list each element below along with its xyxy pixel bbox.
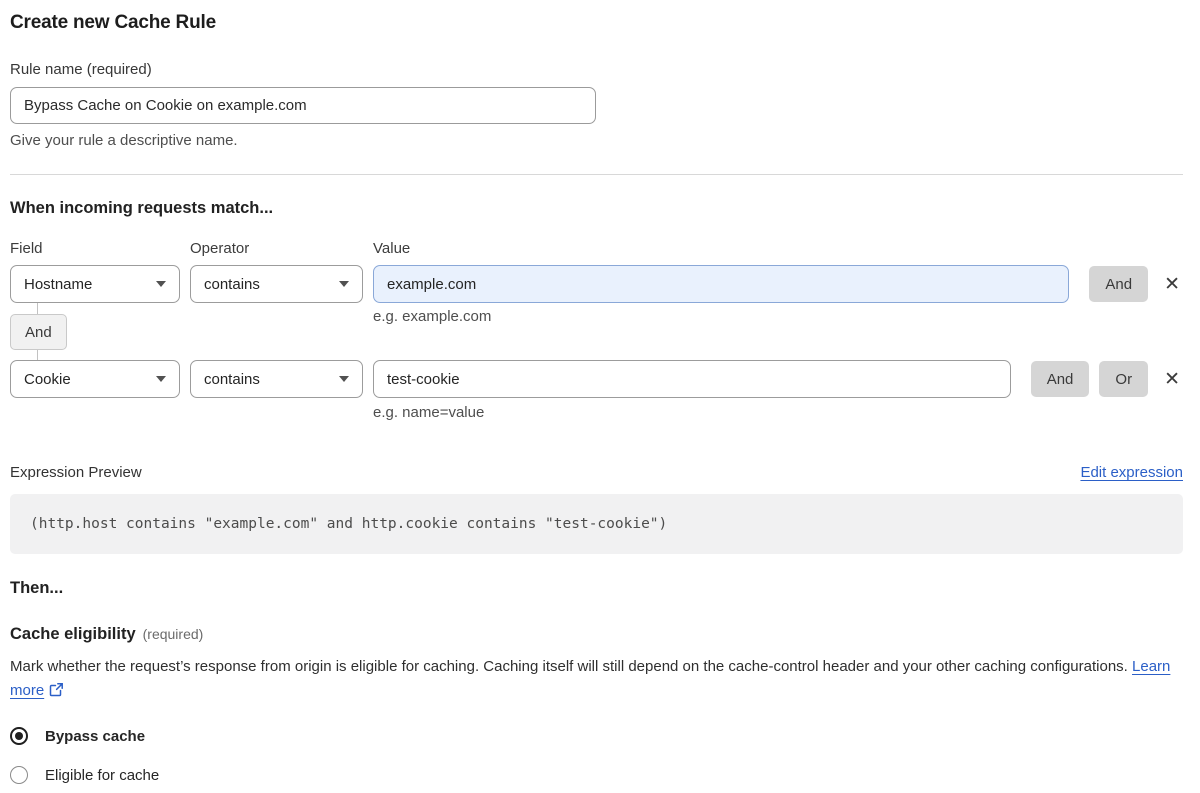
rule-name-helper: Give your rule a descriptive name. bbox=[10, 132, 238, 149]
expression-preview-label: Expression Preview bbox=[10, 464, 142, 481]
match-column-labels: Field Operator Value bbox=[10, 240, 1183, 257]
and-button[interactable]: And bbox=[1030, 361, 1090, 397]
radio-option-eligible-for-cache[interactable]: Eligible for cache bbox=[10, 766, 1183, 784]
connector-line bbox=[37, 303, 38, 314]
condition-row: Cookie contains And Or ✕ bbox=[10, 360, 1183, 398]
field-select[interactable]: Hostname bbox=[10, 265, 180, 303]
section-divider bbox=[10, 174, 1183, 175]
row-actions: And Or ✕ bbox=[1030, 360, 1183, 398]
chevron-down-icon bbox=[339, 281, 349, 287]
expression-preview-header: Expression Preview Edit expression bbox=[10, 464, 1183, 481]
or-button[interactable]: Or bbox=[1099, 361, 1149, 397]
connector-line bbox=[37, 350, 38, 360]
remove-condition-icon[interactable]: ✕ bbox=[1161, 368, 1183, 391]
operator-column-label: Operator bbox=[190, 240, 250, 257]
condition-row: Hostname contains And ✕ bbox=[10, 265, 1183, 303]
value-input[interactable] bbox=[373, 265, 1070, 303]
chevron-down-icon bbox=[156, 281, 166, 287]
remove-condition-icon[interactable]: ✕ bbox=[1161, 273, 1183, 296]
radio-option-bypass-cache[interactable]: Bypass cache bbox=[10, 727, 1183, 745]
operator-select-value: contains bbox=[204, 275, 260, 293]
external-link-icon bbox=[49, 681, 64, 705]
value-hint: e.g. example.com bbox=[373, 308, 492, 325]
value-input[interactable] bbox=[373, 360, 1011, 398]
operator-select-value: contains bbox=[204, 370, 260, 388]
radio-selected-icon[interactable] bbox=[10, 727, 28, 745]
condition-connector-area: And e.g. example.com bbox=[10, 303, 1183, 360]
value-column-label: Value bbox=[373, 240, 411, 257]
and-button[interactable]: And bbox=[1089, 266, 1149, 302]
and-connector-chip[interactable]: And bbox=[10, 314, 67, 350]
cache-eligibility-heading: Cache eligibility (required) bbox=[10, 625, 1183, 644]
field-select-value: Cookie bbox=[24, 370, 71, 388]
row-actions: And ✕ bbox=[1089, 265, 1183, 303]
field-select-value: Hostname bbox=[24, 275, 93, 293]
operator-select[interactable]: contains bbox=[190, 360, 363, 398]
radio-unselected-icon[interactable] bbox=[10, 766, 28, 784]
cache-eligibility-title: Cache eligibility bbox=[10, 625, 136, 643]
rule-name-label: Rule name (required) bbox=[10, 61, 152, 78]
radio-option-label: Eligible for cache bbox=[45, 766, 160, 784]
value-hint: e.g. name=value bbox=[373, 404, 485, 421]
chevron-down-icon bbox=[339, 376, 349, 382]
rule-name-input[interactable] bbox=[10, 87, 596, 124]
create-cache-rule-form: Create new Cache Rule Rule name (require… bbox=[0, 0, 1200, 784]
description-text: Mark whether the request’s response from… bbox=[10, 658, 1128, 675]
field-column-label: Field bbox=[10, 240, 43, 257]
match-section-heading: When incoming requests match... bbox=[10, 199, 274, 217]
chevron-down-icon bbox=[156, 376, 166, 382]
required-note: (required) bbox=[142, 626, 204, 642]
page-title: Create new Cache Rule bbox=[10, 12, 216, 33]
field-select[interactable]: Cookie bbox=[10, 360, 180, 398]
radio-option-label: Bypass cache bbox=[45, 727, 146, 745]
then-heading: Then... bbox=[10, 579, 64, 597]
operator-select[interactable]: contains bbox=[190, 265, 363, 303]
expression-code-block: (http.host contains "example.com" and ht… bbox=[10, 494, 1183, 554]
cache-eligibility-options: Bypass cache Eligible for cache bbox=[10, 727, 1183, 784]
cache-eligibility-description: Mark whether the request’s response from… bbox=[10, 655, 1175, 705]
expression-code: (http.host contains "example.com" and ht… bbox=[30, 516, 668, 532]
edit-expression-link[interactable]: Edit expression bbox=[1080, 464, 1183, 481]
